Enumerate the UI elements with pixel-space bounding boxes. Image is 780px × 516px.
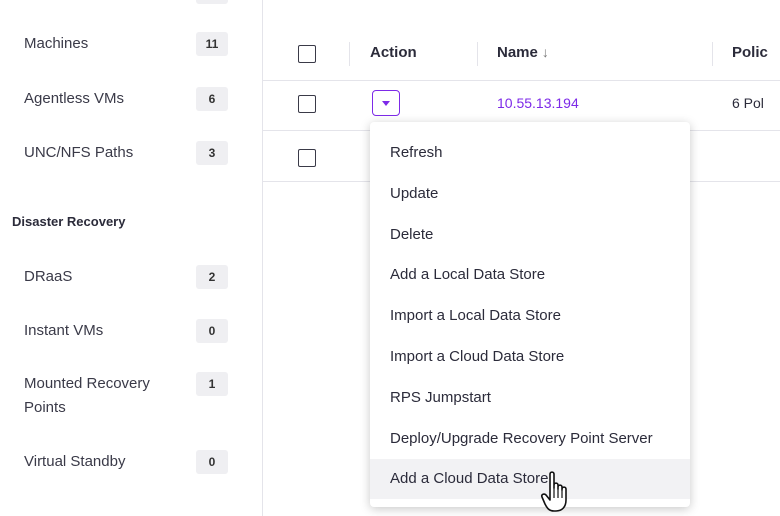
sidebar-item-instant-vms[interactable]: Instant VMs 0 bbox=[0, 319, 262, 343]
menu-item-label: Import a Cloud Data Store bbox=[390, 348, 565, 365]
menu-item-deploy-upgrade-rps[interactable]: Deploy/Upgrade Recovery Point Server bbox=[370, 419, 690, 459]
menu-item-label: Add a Cloud Data Store bbox=[390, 470, 549, 487]
column-header-action: Action bbox=[370, 44, 417, 61]
sidebar: Machines 11 Agentless VMs 6 UNC/NFS Path… bbox=[0, 0, 263, 516]
sidebar-item-agentless-vms[interactable]: Agentless VMs 6 bbox=[0, 87, 262, 111]
count-badge: 0 bbox=[196, 450, 228, 474]
sidebar-item-machines[interactable]: Machines 11 bbox=[0, 32, 262, 56]
sidebar-item-unc-nfs-paths[interactable]: UNC/NFS Paths 3 bbox=[0, 141, 262, 165]
menu-item-label: Update bbox=[390, 185, 439, 202]
count-badge: 2 bbox=[196, 265, 228, 289]
menu-item-add-cloud-data-store[interactable]: Add a Cloud Data Store bbox=[370, 459, 690, 499]
column-header-name[interactable]: Name ↓ bbox=[497, 44, 549, 61]
row-checkbox[interactable] bbox=[298, 95, 316, 113]
count-badge: 11 bbox=[196, 32, 228, 56]
menu-item-import-local-data-store[interactable]: Import a Local Data Store bbox=[370, 296, 690, 336]
row-action-dropdown-button[interactable] bbox=[372, 90, 400, 116]
menu-item-update[interactable]: Update bbox=[370, 174, 690, 214]
sidebar-item-mounted-recovery-points[interactable]: Mounted Recovery Points 1 bbox=[0, 372, 262, 420]
menu-item-import-cloud-data-store[interactable]: Import a Cloud Data Store bbox=[370, 337, 690, 377]
sidebar-item-label: Machines bbox=[24, 35, 89, 52]
row-checkbox[interactable] bbox=[298, 149, 316, 167]
count-badge: 1 bbox=[196, 372, 228, 396]
menu-item-label: Delete bbox=[390, 226, 434, 243]
menu-item-label: RPS Jumpstart bbox=[390, 389, 491, 406]
machine-name-link[interactable]: 10.55.13.194 bbox=[497, 95, 579, 111]
menu-item-rps-jumpstart[interactable]: RPS Jumpstart bbox=[370, 378, 690, 418]
action-dropdown-menu: Refresh Update Delete Add a Local Data S… bbox=[370, 122, 690, 507]
column-header-label: Name bbox=[497, 44, 538, 61]
sidebar-item-label: DRaaS bbox=[24, 268, 73, 285]
section-heading-disaster-recovery: Disaster Recovery bbox=[12, 214, 126, 229]
menu-item-add-local-data-store[interactable]: Add a Local Data Store bbox=[370, 255, 690, 295]
menu-item-label: Deploy/Upgrade Recovery Point Server bbox=[390, 430, 653, 447]
sidebar-item-virtual-standby[interactable]: Virtual Standby 0 bbox=[0, 450, 262, 474]
arrow-down-icon[interactable]: ↓ bbox=[542, 44, 549, 60]
row-divider bbox=[262, 80, 780, 81]
sidebar-item-label: Agentless VMs bbox=[24, 90, 125, 107]
column-divider bbox=[349, 42, 350, 66]
column-header-policy: Polic bbox=[732, 44, 768, 61]
sidebar-item-label: UNC/NFS Paths bbox=[24, 144, 134, 161]
column-divider bbox=[712, 42, 713, 66]
count-badge: 3 bbox=[196, 141, 228, 165]
caret-down-icon bbox=[382, 101, 390, 106]
sidebar-item-label: Instant VMs bbox=[24, 322, 104, 339]
count-badge: 6 bbox=[196, 87, 228, 111]
sidebar-item-label: Virtual Standby bbox=[24, 453, 126, 470]
count-badge-partial bbox=[196, 0, 228, 4]
sidebar-item-label: Mounted Recovery Points bbox=[24, 375, 150, 416]
menu-item-delete[interactable]: Delete bbox=[370, 215, 690, 255]
menu-item-label: Import a Local Data Store bbox=[390, 307, 561, 324]
menu-item-label: Refresh bbox=[390, 144, 443, 161]
select-all-checkbox[interactable] bbox=[298, 45, 316, 63]
sidebar-item-draas[interactable]: DRaaS 2 bbox=[0, 265, 262, 289]
policy-cell: 6 Pol bbox=[732, 95, 764, 111]
column-divider bbox=[477, 42, 478, 66]
count-badge: 0 bbox=[196, 319, 228, 343]
menu-item-label: Add a Local Data Store bbox=[390, 266, 546, 283]
menu-item-refresh[interactable]: Refresh bbox=[370, 133, 690, 173]
